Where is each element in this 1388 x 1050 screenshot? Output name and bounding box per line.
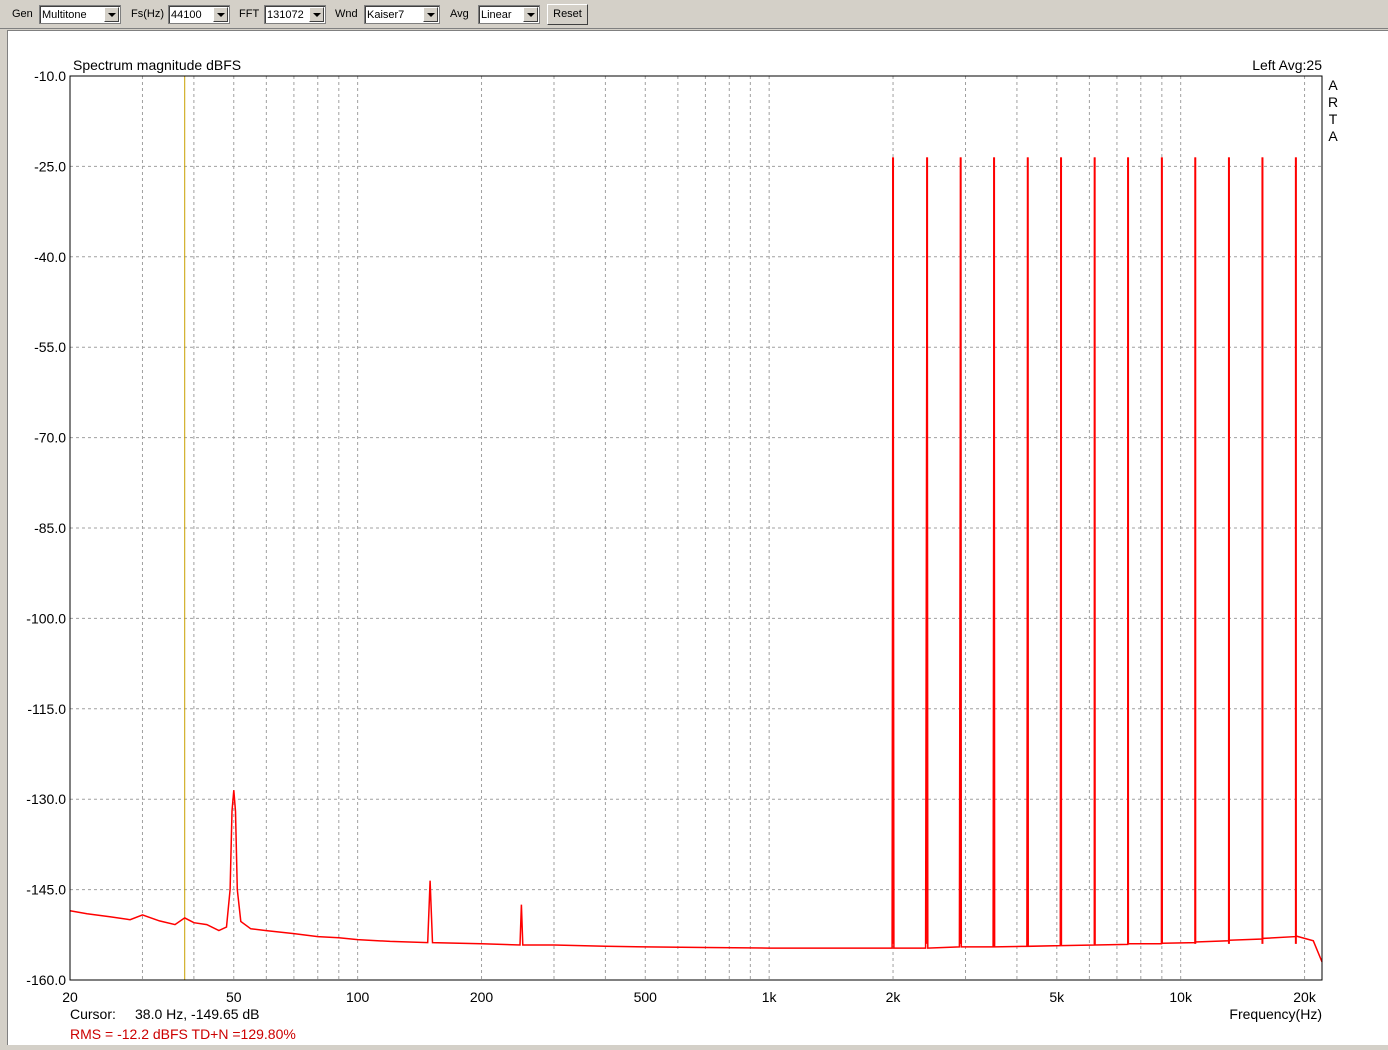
fft-size-select[interactable]: 131072 — [264, 5, 326, 24]
spectrum-panel: Spectrum magnitude dBFS Left Avg:25 ARTA… — [7, 30, 1388, 1045]
y-tick-label: -25.0 — [34, 158, 66, 174]
y-tick-label: -100.0 — [26, 610, 66, 626]
x-tick-label: 50 — [226, 989, 242, 1005]
avg-label: Avg — [450, 8, 469, 20]
spectrum-trace — [69, 157, 1323, 963]
chevron-down-icon[interactable] — [523, 7, 538, 22]
brand-letter: T — [1329, 111, 1338, 127]
chevron-down-icon[interactable] — [309, 7, 324, 22]
x-tick-label: 100 — [346, 989, 370, 1005]
generator-value: Multitone — [42, 9, 87, 21]
averaging-value: Linear — [481, 9, 512, 21]
y-tick-label: -55.0 — [34, 339, 66, 355]
x-axis-ticks: 20 50 100 200 500 1k 2k 5k 10k 20k — [62, 989, 1317, 1005]
x-tick-label: 1k — [762, 989, 778, 1005]
brand-letter: A — [1328, 77, 1338, 93]
y-axis-ticks: -10.0 -25.0 -40.0 -55.0 -70.0 -85.0 -100.0 -115… — [26, 68, 66, 988]
wnd-label: Wnd — [335, 8, 358, 20]
x-tick-label: 2k — [886, 989, 902, 1005]
chart-title: Spectrum magnitude dBFS — [73, 57, 241, 73]
y-tick-label: -85.0 — [34, 520, 66, 536]
toolbar: Gen Multitone Fs(Hz) 44100 FFT 131072 Wn… — [0, 0, 1388, 29]
grid — [70, 76, 1322, 980]
sample-rate-value: 44100 — [171, 9, 202, 21]
x-tick-label: 5k — [1049, 989, 1065, 1005]
fft-label: FFT — [239, 8, 260, 20]
window-select[interactable]: Kaiser7 — [364, 5, 440, 24]
y-tick-label: -115.0 — [27, 701, 66, 717]
y-tick-label: -10.0 — [34, 68, 66, 84]
cursor-readout: 38.0 Hz, -149.65 dB — [135, 1006, 260, 1022]
x-tick-label: 10k — [1169, 989, 1193, 1005]
gen-label: Gen — [12, 8, 33, 20]
fft-size-value: 131072 — [267, 9, 304, 21]
spectrum-chart[interactable]: Spectrum magnitude dBFS Left Avg:25 ARTA… — [8, 31, 1388, 1045]
y-tick-label: -160.0 — [26, 972, 66, 988]
averaging-select[interactable]: Linear — [478, 5, 540, 24]
channel-average-label: Left Avg:25 — [1252, 57, 1322, 73]
y-tick-label: -40.0 — [34, 249, 66, 265]
x-axis-label: Frequency(Hz) — [1229, 1006, 1322, 1022]
y-tick-label: -145.0 — [26, 882, 66, 898]
brand-letter: A — [1328, 128, 1338, 144]
x-tick-label: 500 — [634, 989, 658, 1005]
rms-readout: RMS = -12.2 dBFS TD+N =129.80% — [70, 1026, 296, 1042]
chevron-down-icon[interactable] — [104, 7, 119, 22]
reset-button[interactable]: Reset — [547, 4, 588, 25]
y-tick-label: -70.0 — [34, 430, 66, 446]
brand-label: ARTA — [1328, 77, 1338, 144]
brand-letter: R — [1328, 94, 1338, 110]
y-tick-label: -130.0 — [26, 791, 66, 807]
chevron-down-icon[interactable] — [213, 7, 228, 22]
window-value: Kaiser7 — [367, 9, 405, 21]
cursor-label: Cursor: — [70, 1006, 116, 1022]
sample-rate-select[interactable]: 44100 — [168, 5, 230, 24]
series-group — [69, 157, 1323, 963]
x-tick-label: 20k — [1293, 989, 1317, 1005]
x-tick-label: 200 — [470, 989, 494, 1005]
generator-select[interactable]: Multitone — [39, 5, 121, 24]
x-tick-label: 20 — [62, 989, 78, 1005]
fs-label: Fs(Hz) — [131, 8, 164, 20]
chevron-down-icon[interactable] — [423, 7, 438, 22]
